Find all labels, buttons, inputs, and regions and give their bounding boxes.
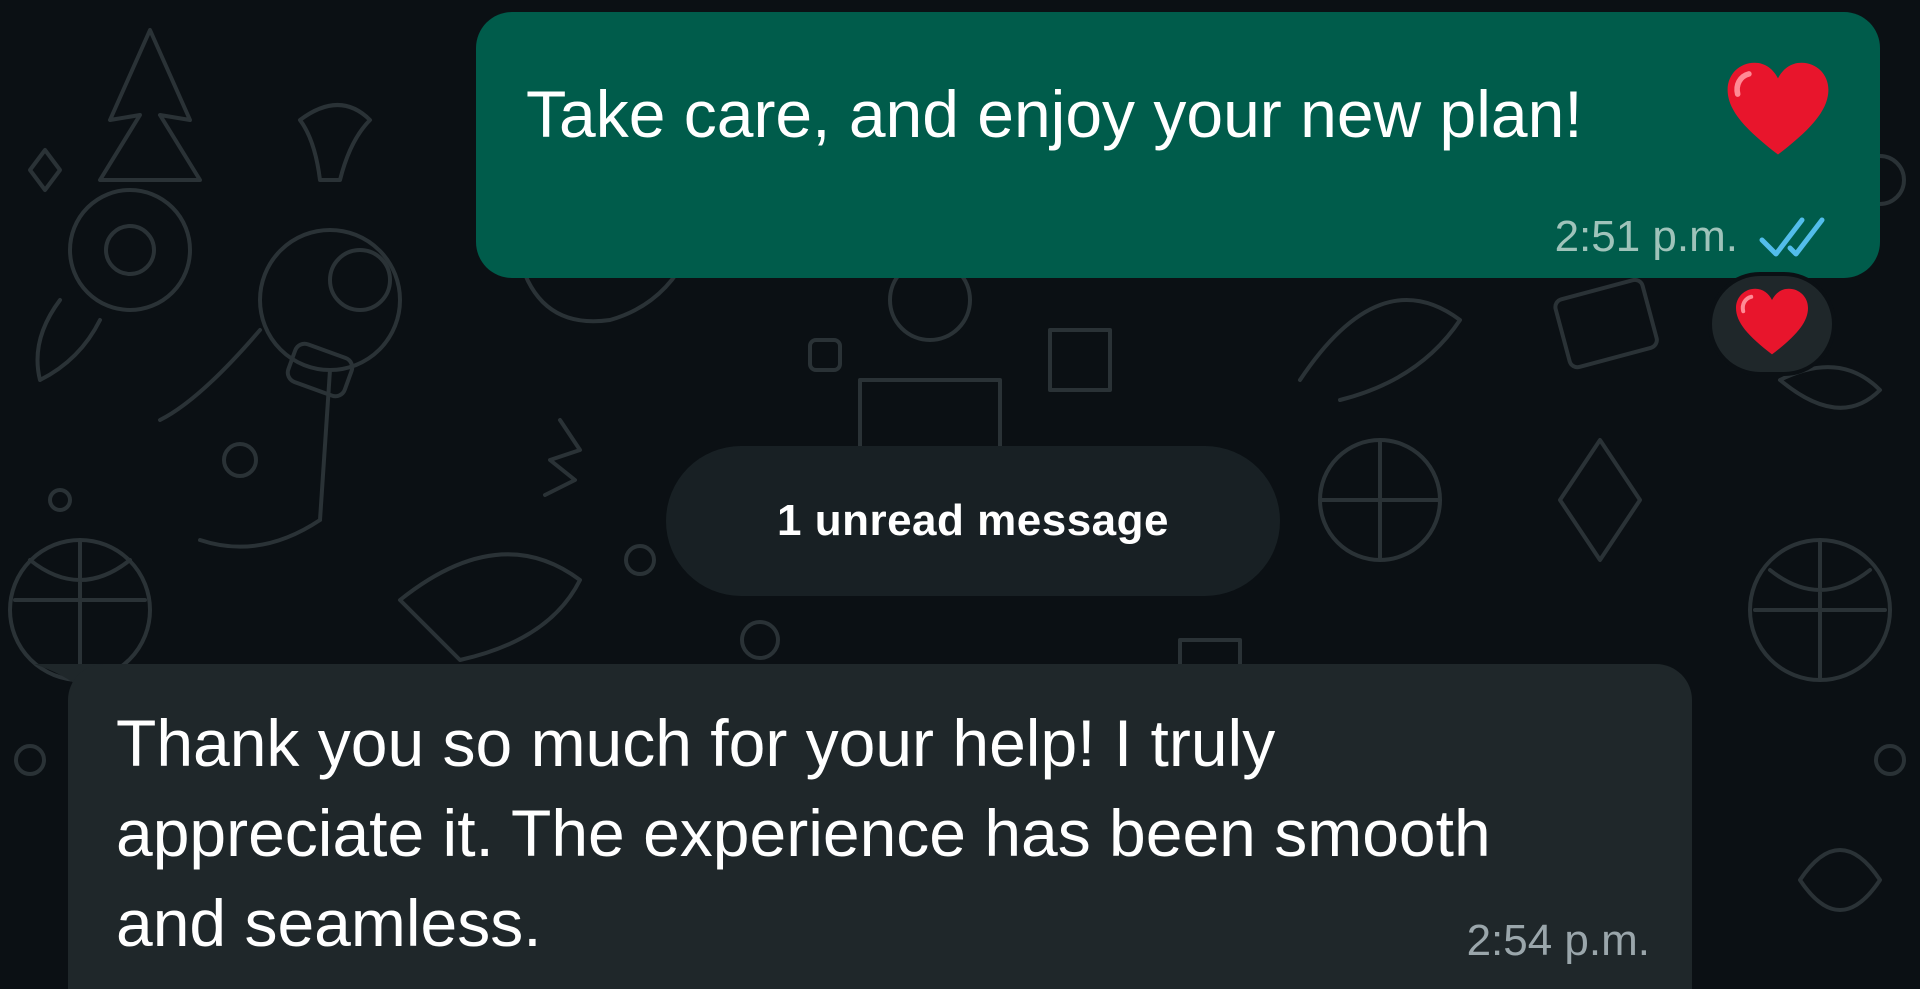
outgoing-message-bubble[interactable]: Take care, and enjoy your new plan! 2:51… [476, 12, 1880, 278]
chat-area: Take care, and enjoy your new plan! 2:51… [0, 0, 1920, 989]
unread-messages-label: 1 unread message [777, 496, 1169, 545]
outgoing-message-text: Take care, and enjoy your new plan! [526, 77, 1583, 151]
heart-reaction-icon [1736, 288, 1808, 355]
double-check-read-icon [1759, 217, 1825, 257]
incoming-message-bubble[interactable]: Thank you so much for your help! I truly… [68, 664, 1692, 989]
message-reaction[interactable] [1708, 272, 1836, 376]
outgoing-message-meta: 2:51 p.m. [1555, 212, 1836, 262]
heart-emoji-icon [1727, 62, 1829, 155]
unread-messages-divider: 1 unread message [666, 446, 1280, 596]
incoming-message-time: 2:54 p.m. [1466, 916, 1650, 965]
incoming-message-text: Thank you so much for your help! I truly… [116, 706, 1491, 960]
outgoing-message-time: 2:51 p.m. [1554, 212, 1738, 261]
